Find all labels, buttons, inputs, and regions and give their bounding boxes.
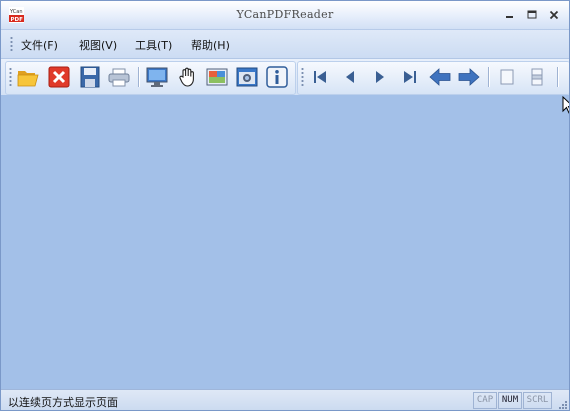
single-page-button[interactable]: [495, 65, 519, 89]
num-indicator: NUM: [498, 392, 522, 409]
save-button[interactable]: [78, 65, 102, 89]
snapshot-camera-icon: [236, 67, 258, 87]
maximize-button[interactable]: [524, 7, 540, 23]
hand-tool-button[interactable]: [176, 65, 200, 89]
menu-bar: 文件(F) 视图(V) 工具(T) 帮助(H): [1, 30, 569, 59]
document-view[interactable]: [1, 96, 569, 388]
previous-page-button[interactable]: [338, 65, 362, 89]
menu-grip[interactable]: [10, 36, 13, 52]
close-window-button[interactable]: [546, 7, 562, 23]
next-page-button[interactable]: [368, 65, 392, 89]
open-button[interactable]: [16, 65, 40, 89]
open-folder-icon: [17, 71, 39, 87]
forward-button[interactable]: [457, 65, 481, 89]
minimize-icon: [506, 16, 513, 18]
maximize-icon: [527, 10, 537, 19]
close-document-icon: [48, 66, 70, 88]
first-page-icon: [314, 71, 326, 83]
close-icon: [549, 10, 559, 20]
toolbar-separator: [138, 67, 139, 87]
scrl-indicator: SCRL: [523, 392, 552, 409]
next-page-icon: [376, 71, 384, 83]
snapshot-button[interactable]: [235, 65, 259, 89]
single-page-icon: [500, 69, 514, 85]
status-bar: 以连续页方式显示页面 CAP NUM SCRL: [1, 389, 569, 410]
window-title: YCanPDFReader: [236, 8, 334, 21]
previous-page-icon: [346, 71, 354, 83]
continuous-page-icon: [531, 68, 543, 86]
toolbar-grip[interactable]: [9, 67, 12, 87]
toolbar-separator: [557, 67, 558, 87]
menu-file[interactable]: 文件(F): [21, 37, 58, 53]
fullscreen-button[interactable]: [145, 65, 169, 89]
info-button[interactable]: [265, 65, 289, 89]
menu-tools[interactable]: 工具(T): [135, 37, 172, 53]
menu-help[interactable]: 帮助(H): [191, 37, 230, 53]
select-image-button[interactable]: [205, 65, 229, 89]
minimize-button[interactable]: [502, 7, 518, 23]
close-document-button[interactable]: [47, 65, 71, 89]
last-page-button[interactable]: [398, 65, 422, 89]
mouse-cursor-icon: [562, 96, 569, 114]
print-icon: [108, 68, 130, 87]
back-arrow-icon: [429, 68, 451, 86]
status-message: 以连续页方式显示页面: [8, 396, 118, 409]
title-bar[interactable]: YCan PDF YCanPDFReader: [1, 1, 569, 30]
fullscreen-monitor-icon: [146, 67, 168, 87]
app-window: YCan PDF YCanPDFReader 文件(F) 视图(V) 工具(T)…: [0, 0, 570, 411]
menu-view[interactable]: 视图(V): [79, 37, 117, 53]
first-page-button[interactable]: [308, 65, 332, 89]
print-button[interactable]: [107, 65, 131, 89]
select-image-icon: [206, 68, 228, 86]
save-icon: [80, 66, 100, 88]
toolbar-grip-nav[interactable]: [301, 67, 304, 87]
back-button[interactable]: [428, 65, 452, 89]
resize-grip-icon[interactable]: [557, 399, 567, 409]
toolbar-separator: [488, 67, 489, 87]
forward-arrow-icon: [458, 68, 480, 86]
hand-tool-icon: [179, 67, 194, 87]
cap-indicator: CAP: [473, 392, 497, 409]
continuous-page-button[interactable]: [525, 65, 549, 89]
last-page-icon: [404, 71, 416, 83]
toolbar: [1, 59, 569, 95]
info-icon: [266, 66, 288, 88]
